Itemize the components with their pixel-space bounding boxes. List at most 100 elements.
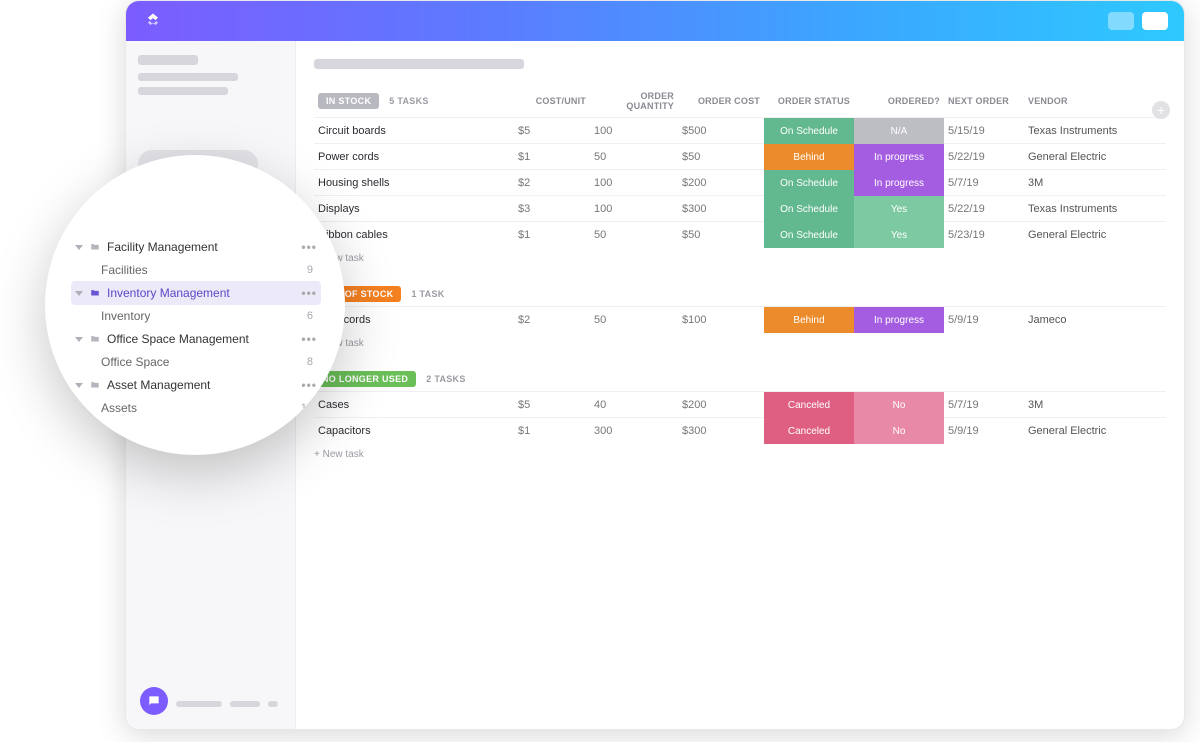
cell-ordered[interactable]: Yes [854, 222, 944, 248]
col-status[interactable]: ORDER STATUS [764, 96, 854, 106]
caret-down-icon[interactable] [75, 383, 83, 388]
cell-vendor: Texas Instruments [1024, 203, 1164, 215]
sidebar-zoom-overlay: Facility Management••• Facilities 9 Invento… [45, 155, 345, 455]
cell-qty: 100 [590, 177, 678, 189]
status-pill[interactable]: NO LONGER USED [314, 371, 416, 387]
cell-ordered[interactable]: Yes [854, 196, 944, 222]
col-cost[interactable]: COST/UNIT [514, 96, 590, 106]
sidebar-folder[interactable]: Asset Management••• [71, 373, 321, 397]
main-content: + IN STOCK5 TASKSIN STOCK5 TASKSCOST/UNI… [296, 41, 1184, 729]
col-ordered[interactable]: ORDERED? [854, 96, 944, 106]
chat-fab[interactable] [140, 687, 168, 715]
cell-status[interactable]: On Schedule [764, 222, 854, 248]
task-name[interactable]: Ribbon cables [314, 229, 514, 241]
task-name[interactable]: Power cords [314, 151, 514, 163]
cell-status[interactable]: Canceled [764, 392, 854, 418]
col-qty[interactable]: ORDER QUANTITY [590, 91, 678, 111]
list-count: 9 [307, 264, 321, 276]
cell-next: 5/7/19 [944, 399, 1024, 411]
cell-ordered[interactable]: In progress [854, 307, 944, 333]
cell-vendor: Texas Instruments [1024, 125, 1164, 137]
more-icon[interactable]: ••• [301, 378, 317, 392]
col-next[interactable]: NEXT ORDER [944, 96, 1024, 106]
more-icon[interactable]: ••• [301, 286, 317, 300]
task-name[interactable]: Housing shells [314, 177, 514, 189]
folder-icon [89, 242, 101, 252]
task-count: 5 TASKS [389, 96, 428, 106]
more-icon[interactable]: ••• [301, 240, 317, 254]
cell-vendor: General Electric [1024, 151, 1164, 163]
cell-ordercost: $500 [678, 125, 764, 137]
task-row[interactable]: Circuit boards$5100$500On ScheduleN/A5/1… [314, 117, 1166, 143]
cell-ordered[interactable]: No [854, 392, 944, 418]
new-task-button[interactable]: + New task [314, 443, 1166, 466]
caret-down-icon[interactable] [75, 245, 83, 250]
cell-cost: $2 [514, 177, 590, 189]
sidebar-list[interactable]: Assets10 [71, 397, 321, 419]
more-icon[interactable]: ••• [301, 332, 317, 346]
task-name[interactable]: Circuit boards [314, 125, 514, 137]
cell-vendor: 3M [1024, 177, 1164, 189]
task-row[interactable]: Cases$540$200CanceledNo5/7/193M [314, 391, 1166, 417]
folder-icon [89, 380, 101, 390]
new-task-button[interactable]: + New task [314, 332, 1166, 355]
task-name[interactable]: Displays [314, 203, 514, 215]
cell-next: 5/9/19 [944, 425, 1024, 437]
cell-ordered[interactable]: In progress [854, 144, 944, 170]
cell-qty: 100 [590, 203, 678, 215]
list-count: 8 [307, 356, 321, 368]
view-tab-placeholder[interactable] [314, 59, 524, 69]
sidebar-list[interactable]: Office Space 8 [71, 351, 321, 373]
task-row[interactable]: Capacitors$1300$300CanceledNo5/9/19Gener… [314, 417, 1166, 443]
list-label: Office Space [101, 355, 169, 369]
cell-status[interactable]: On Schedule [764, 170, 854, 196]
cell-ordered[interactable]: No [854, 418, 944, 444]
new-task-button[interactable]: + New task [314, 247, 1166, 270]
sidebar-list[interactable]: Facilities 9 [71, 259, 321, 281]
cell-status[interactable]: On Schedule [764, 196, 854, 222]
task-row[interactable]: Displays$3100$300On ScheduleYes5/22/19Te… [314, 195, 1166, 221]
cell-status[interactable]: Behind [764, 307, 854, 333]
cell-status[interactable]: Behind [764, 144, 854, 170]
col-vendor[interactable]: VENDOR [1024, 96, 1164, 106]
task-row[interactable]: Housing shells$2100$200On ScheduleIn pro… [314, 169, 1166, 195]
cell-next: 5/7/19 [944, 177, 1024, 189]
cell-ordercost: $200 [678, 177, 764, 189]
cell-ordered[interactable]: In progress [854, 170, 944, 196]
task-name[interactable]: Cases [314, 399, 514, 411]
caret-down-icon[interactable] [75, 291, 83, 296]
sidebar-folder[interactable]: Facility Management••• [71, 235, 321, 259]
status-pill[interactable]: IN STOCK [318, 93, 379, 109]
sidebar-list[interactable]: Inventory6 [71, 305, 321, 327]
list-label: Facilities [101, 263, 148, 277]
cell-qty: 50 [590, 314, 678, 326]
cell-next: 5/22/19 [944, 203, 1024, 215]
window-min-button[interactable] [1108, 12, 1134, 30]
sidebar-folder[interactable]: Inventory Management••• [71, 281, 321, 305]
cell-next: 5/23/19 [944, 229, 1024, 241]
folder-label: Office Space Management [107, 332, 295, 346]
cell-vendor: General Electric [1024, 229, 1164, 241]
cell-ordercost: $300 [678, 425, 764, 437]
task-count: 1 TASK [411, 289, 444, 299]
caret-down-icon[interactable] [75, 337, 83, 342]
task-name[interactable]: Capacitors [314, 425, 514, 437]
cell-status[interactable]: On Schedule [764, 118, 854, 144]
window-max-button[interactable] [1142, 12, 1168, 30]
cell-ordered[interactable]: N/A [854, 118, 944, 144]
task-row[interactable]: Ribbon cables$150$50On ScheduleYes5/23/1… [314, 221, 1166, 247]
cell-ordercost: $100 [678, 314, 764, 326]
footer-placeholder [176, 701, 222, 707]
cell-qty: 100 [590, 125, 678, 137]
list-label: Assets [101, 401, 137, 415]
task-row[interactable]: Power cords$150$50BehindIn progress5/22/… [314, 143, 1166, 169]
cell-status[interactable]: Canceled [764, 418, 854, 444]
cell-cost: $1 [514, 229, 590, 241]
col-ordercost[interactable]: ORDER COST [678, 96, 764, 106]
footer-placeholder [268, 701, 278, 707]
sidebar-folder[interactable]: Office Space Management ••• [71, 327, 321, 351]
cell-qty: 300 [590, 425, 678, 437]
task-row[interactable]: USB cords$250$100BehindIn progress5/9/19… [314, 306, 1166, 332]
cell-cost: $5 [514, 399, 590, 411]
add-column-button[interactable]: + [1152, 101, 1170, 119]
